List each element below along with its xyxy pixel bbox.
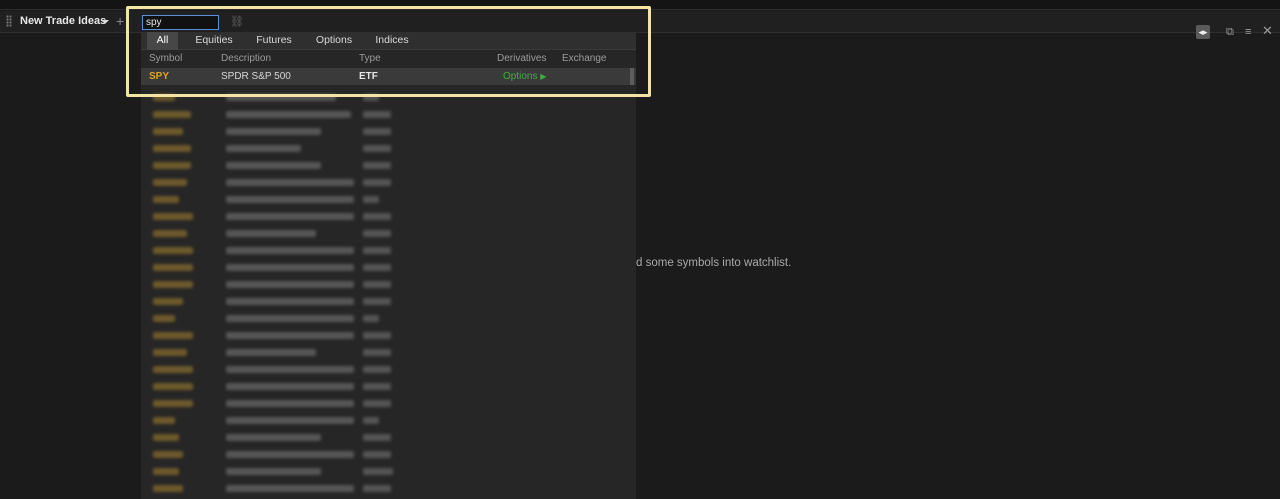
derivatives-label[interactable]: Options	[503, 71, 537, 82]
list-item	[141, 345, 636, 361]
list-item	[141, 124, 636, 140]
close-icon[interactable]: ✕	[1262, 23, 1273, 39]
list-item	[141, 90, 636, 106]
list-item	[141, 192, 636, 208]
caret-down-icon[interactable]	[101, 20, 109, 24]
list-item	[141, 209, 636, 225]
scrollbar[interactable]	[630, 68, 634, 85]
col-derivatives: Derivatives	[497, 53, 547, 64]
filter-tabs: All Equities Futures Options Indices	[141, 32, 636, 50]
list-item	[141, 294, 636, 310]
link-icon[interactable]: ⛓	[230, 15, 244, 28]
result-description: SPDR S&P 500	[221, 71, 291, 82]
play-arrow-icon: ▶	[540, 72, 547, 81]
col-description: Description	[221, 53, 272, 64]
tab-all[interactable]: All	[147, 32, 178, 50]
top-strip	[0, 0, 1280, 10]
list-item	[141, 328, 636, 344]
list-item	[141, 311, 636, 327]
blurred-results-list	[141, 88, 636, 499]
result-symbol[interactable]: SPY	[149, 71, 169, 82]
list-item	[141, 379, 636, 395]
list-item	[141, 243, 636, 259]
symbol-search-input[interactable]	[142, 15, 219, 30]
list-item	[141, 175, 636, 191]
list-item	[141, 481, 636, 497]
list-item	[141, 260, 636, 276]
popout-icon[interactable]: ⧉	[1226, 26, 1234, 39]
split-view-icon[interactable]: ◂▸	[1196, 25, 1210, 39]
col-type: Type	[359, 53, 381, 64]
tab-futures[interactable]: Futures	[247, 32, 301, 50]
col-exchange: Exchange	[562, 53, 607, 64]
list-item	[141, 107, 636, 123]
list-item	[141, 396, 636, 412]
list-item	[141, 430, 636, 446]
list-item	[141, 362, 636, 378]
result-type: ETF	[359, 71, 378, 82]
widget-title[interactable]: New Trade Ideas	[20, 15, 106, 27]
drag-grip-icon[interactable]	[6, 15, 12, 27]
list-item	[141, 141, 636, 157]
tab-options[interactable]: Options	[307, 32, 361, 50]
list-item	[141, 447, 636, 463]
result-derivatives-link[interactable]: Options ▶	[503, 71, 546, 82]
column-headers: Symbol Description Type Derivatives Exch…	[141, 51, 636, 67]
menu-icon[interactable]: ≡	[1245, 26, 1251, 38]
tab-equities[interactable]: Equities	[186, 32, 242, 50]
col-symbol: Symbol	[149, 53, 183, 64]
list-item	[141, 158, 636, 174]
result-row[interactable]: SPY SPDR S&P 500 ETF Options ▶	[141, 68, 636, 85]
list-item	[141, 464, 636, 480]
search-results-dropdown: All Equities Futures Options Indices Sym…	[141, 32, 636, 499]
tab-indices[interactable]: Indices	[367, 32, 417, 50]
empty-watchlist-message: d some symbols into watchlist.	[636, 257, 792, 269]
plus-icon[interactable]: +	[116, 13, 124, 29]
list-item	[141, 226, 636, 242]
list-item	[141, 413, 636, 429]
list-item	[141, 277, 636, 293]
